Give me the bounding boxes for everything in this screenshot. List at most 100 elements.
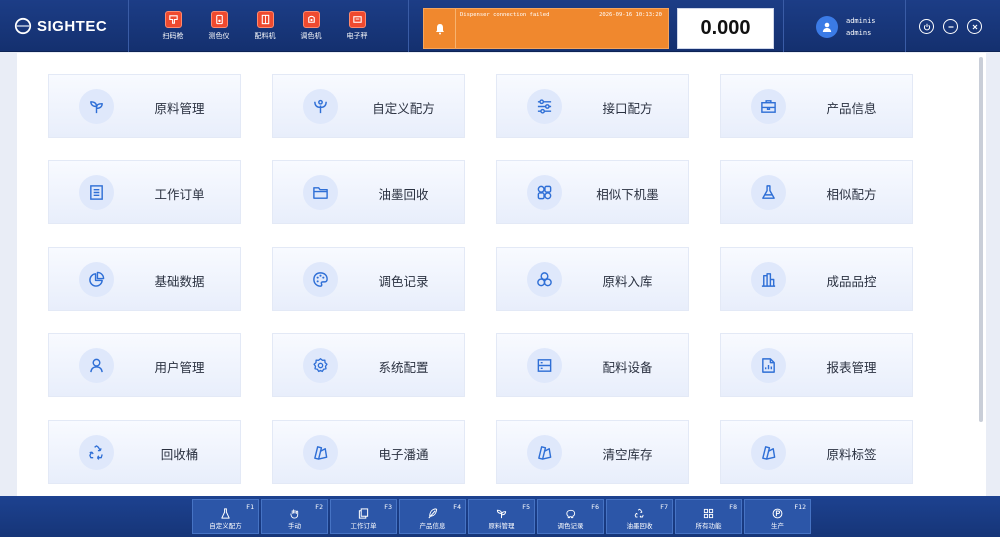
close-button[interactable] [967,19,982,34]
tile-label: 报表管理 [826,359,877,375]
fkey-code: F4 [453,503,461,511]
tile-raw-material-labels[interactable]: 原料标签 [720,420,913,484]
document-list-icon [79,175,114,210]
tile-custom-formula[interactable]: 自定义配方 [272,74,465,138]
barcode-scanner-icon [164,11,182,28]
fkey-code: F1 [246,503,254,511]
power-button[interactable] [919,19,934,34]
fkey-all-functions[interactable]: F8 所有功能 [675,499,742,534]
user-role: admins [846,29,872,37]
tile-color-mixing-records[interactable]: 调色记录 [272,247,465,311]
tile-electronic-pantone[interactable]: 电子潘通 [272,420,465,484]
palette-icon [303,262,338,297]
fkey-label: 生产 [771,522,784,530]
minimize-button[interactable] [943,19,958,34]
fkey-label: 工作订单 [350,522,377,530]
alert-timestamp: 2026-09-16 10:13:20 [599,12,662,18]
user-name: adminis [846,17,876,25]
fkey-code: F8 [729,503,737,511]
tile-work-order[interactable]: 工作订单 [48,160,241,224]
tile-clear-inventory[interactable]: 清空库存 [496,420,689,484]
tile-label: 基础数据 [154,273,205,289]
sprout-icon [79,89,114,124]
tile-raw-material-management[interactable]: 原料管理 [48,74,241,138]
spectrophotometer-icon [210,11,228,28]
pie-chart-icon [79,262,114,297]
tile-label: 用户管理 [154,359,205,375]
header-divider [783,0,784,52]
tile-interface-formula[interactable]: 接口配方 [496,74,689,138]
tile-user-management[interactable]: 用户管理 [48,333,241,397]
tile-system-settings[interactable]: 系统配置 [272,333,465,397]
top-bar: SIGHTEC 扫码枪 测色仪 配料机 调色机 电子秤 Dispenser co… [0,0,1000,52]
tile-label: 系统配置 [378,359,429,375]
tile-label: 接口配方 [602,100,653,116]
tile-product-info[interactable]: 产品信息 [720,74,913,138]
fkey-custom-formula[interactable]: F1 自定义配方 [192,499,259,534]
minimize-icon [948,25,953,28]
sliders-icon [527,89,562,124]
copy-icon [358,508,369,519]
tile-finished-product-qc[interactable]: 成品品控 [720,247,913,311]
tile-label: 油墨回收 [378,186,429,202]
device-icon [527,348,562,383]
tile-label: 清空库存 [602,446,653,462]
tile-report-management[interactable]: 报表管理 [720,333,913,397]
device-barcode-scanner[interactable]: 扫码枪 [150,0,196,52]
custom-formula-icon [303,89,338,124]
tile-recycle-bin[interactable]: 回收桶 [48,420,241,484]
fkey-label: 油墨回收 [626,522,653,530]
flask-icon [221,508,230,519]
fkey-label: 原料管理 [488,522,515,530]
bell-icon [424,9,456,48]
fkey-label: 调色记录 [557,522,584,530]
fkey-work-order[interactable]: F3 工作订单 [330,499,397,534]
fkey-ink-recycling[interactable]: F7 油墨回收 [606,499,673,534]
alert-message: Dispenser connection failed [460,12,550,18]
fkey-product-info[interactable]: F4 产品信息 [399,499,466,534]
tile-dispensing-equipment[interactable]: 配料设备 [496,333,689,397]
vertical-scrollbar[interactable] [979,53,983,496]
user-icon [79,348,114,383]
device-label: 电子秤 [346,32,368,40]
tile-label: 配料设备 [602,359,653,375]
header-divider [128,0,129,52]
fkey-manual[interactable]: F2 手动 [261,499,328,534]
tile-label: 调色记录 [378,273,429,289]
tile-similar-offmachine-ink[interactable]: 相似下机墨 [496,160,689,224]
tile-label: 自定义配方 [372,100,435,116]
device-dispenser[interactable]: 配料机 [242,0,288,52]
flask-icon [751,175,786,210]
tile-raw-material-inbound[interactable]: 原料入库 [496,247,689,311]
fkey-color-mixing-records[interactable]: F6 调色记录 [537,499,604,534]
device-label: 扫码枪 [162,32,184,40]
device-label: 配料机 [254,32,276,40]
fkey-production[interactable]: F12 生产 [744,499,811,534]
apps-icon [527,175,562,210]
device-scale[interactable]: 电子秤 [334,0,380,52]
feather-icon [428,508,438,519]
tile-label: 相似配方 [826,186,877,202]
report-icon [751,348,786,383]
fkey-raw-material-management[interactable]: F5 原料管理 [468,499,535,534]
tile-ink-recycling[interactable]: 油墨回收 [272,160,465,224]
dispenser-icon [256,11,274,28]
tile-similar-formula[interactable]: 相似配方 [720,160,913,224]
production-icon [772,508,783,519]
piggy-bank-icon [566,509,576,519]
tile-basic-data[interactable]: 基础数据 [48,247,241,311]
briefcase-icon [751,89,786,124]
tile-label: 成品品控 [826,273,877,289]
fkey-code: F5 [522,503,530,511]
user-info[interactable]: adminis admins [816,14,876,40]
device-spectrophotometer[interactable]: 测色仪 [196,0,242,52]
alert-banner[interactable]: Dispenser connection failed 2026-09-16 1… [423,8,669,49]
tile-label: 工作订单 [154,186,205,202]
tile-label: 相似下机墨 [596,186,659,202]
device-mixer[interactable]: 调色机 [288,0,334,52]
swatch-icon [751,435,786,470]
grid-icon [703,508,714,519]
function-panel: 原料管理 自定义配方 接口配方 产品信息 工作订单 油墨回收 相似下机墨 相似配… [17,53,986,496]
tile-label: 原料管理 [154,100,205,116]
scrollbar-thumb[interactable] [979,57,983,422]
